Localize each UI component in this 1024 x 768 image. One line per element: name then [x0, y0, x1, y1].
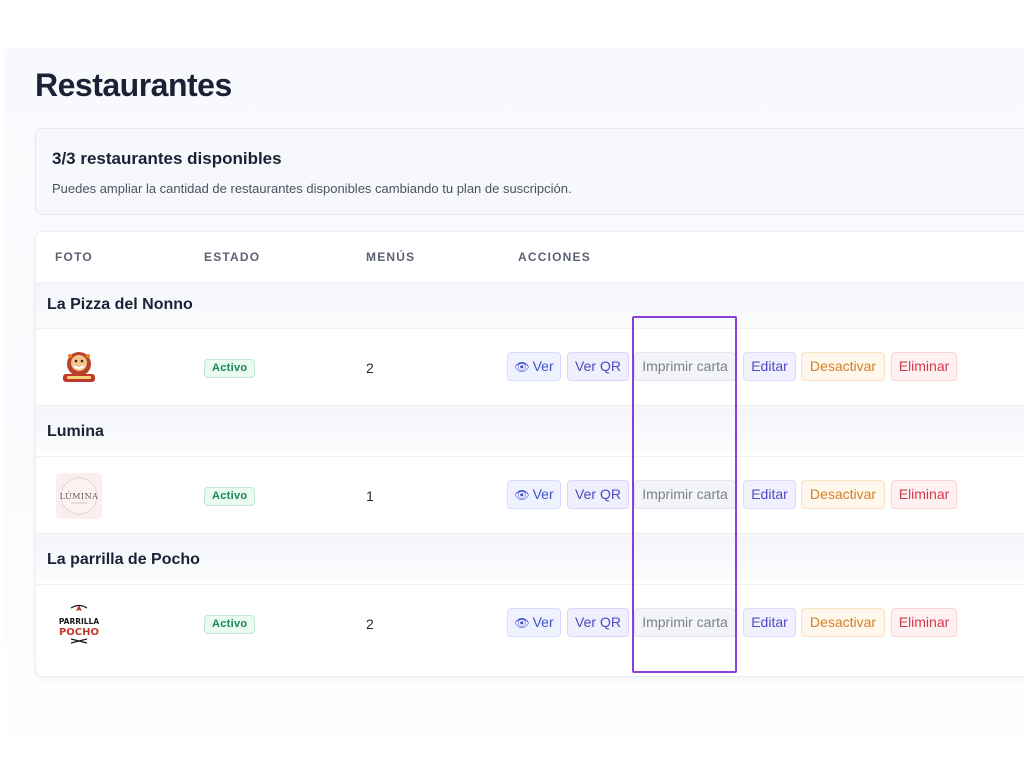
- deactivate-button[interactable]: Desactivar: [801, 352, 885, 381]
- status-badge: Activo: [204, 615, 256, 634]
- view-button[interactable]: 👁 Ver: [507, 608, 561, 637]
- view-button[interactable]: 👁 Ver: [507, 352, 561, 381]
- svg-text:LÚMINA: LÚMINA: [60, 492, 99, 501]
- svg-text:PARRILLA: PARRILLA: [59, 617, 100, 626]
- eye-icon: 👁: [514, 488, 530, 502]
- restaurant-name: La Pizza del Nonno: [47, 296, 193, 313]
- lumina-logo: LÚMINA: [56, 473, 102, 519]
- print-menu-button[interactable]: Imprimir carta: [634, 352, 736, 381]
- svg-text:POCHO: POCHO: [59, 627, 99, 638]
- restaurant-name: Lumina: [47, 423, 104, 440]
- plan-info-card: 3/3 restaurantes disponibles Puedes ampl…: [35, 128, 1024, 215]
- view-qr-button[interactable]: Ver QR: [567, 608, 629, 637]
- view-qr-button[interactable]: Ver QR: [567, 480, 629, 509]
- eye-icon: 👁: [514, 360, 530, 374]
- pizza-logo: [56, 345, 102, 391]
- view-qr-button[interactable]: Ver QR: [567, 352, 629, 381]
- eye-icon: 👁: [514, 616, 530, 630]
- delete-button[interactable]: Eliminar: [891, 352, 957, 381]
- table-row: PARRILLA POCHO Activo 2 👁 Ver Ver QR Impr…: [36, 584, 1024, 661]
- page-title: Restaurantes: [35, 67, 232, 103]
- restaurants-page: Restaurantes 3/3 restaurantes disponible…: [4, 48, 1024, 768]
- menus-count: 1: [366, 488, 374, 504]
- edit-button[interactable]: Editar: [743, 352, 796, 381]
- restaurant-group-row: Lumina: [36, 405, 1024, 451]
- restaurants-table: FOTO ESTADO MENÚS ACCIONES La Pizza del …: [35, 231, 1024, 677]
- menus-count: 2: [366, 616, 374, 632]
- header-status: ESTADO: [204, 250, 261, 264]
- deactivate-button[interactable]: Desactivar: [801, 608, 885, 637]
- header-photo: FOTO: [55, 250, 93, 264]
- delete-button[interactable]: Eliminar: [891, 608, 957, 637]
- restaurant-group-row: La parrilla de Pocho: [36, 533, 1024, 579]
- plan-info-text: Puedes ampliar la cantidad de restaurant…: [52, 181, 572, 196]
- parrilla-logo: PARRILLA POCHO: [56, 601, 102, 647]
- print-menu-button[interactable]: Imprimir carta: [634, 608, 736, 637]
- status-badge: Activo: [204, 487, 256, 506]
- table-header: FOTO ESTADO MENÚS ACCIONES: [36, 232, 1024, 282]
- view-button[interactable]: 👁 Ver: [507, 480, 561, 509]
- plan-info-title: 3/3 restaurantes disponibles: [52, 149, 282, 168]
- restaurant-name: La parrilla de Pocho: [47, 551, 200, 568]
- table-row: Activo 2 👁 Ver Ver QR Imprimir carta Edit…: [36, 328, 1024, 405]
- header-menus: MENÚS: [366, 250, 416, 264]
- print-menu-button[interactable]: Imprimir carta: [634, 480, 736, 509]
- deactivate-button[interactable]: Desactivar: [801, 480, 885, 509]
- table-row: LÚMINA Activo 1 👁 Ver Ver QR Imprimir car…: [36, 456, 1024, 533]
- status-badge: Activo: [204, 359, 256, 378]
- menus-count: 2: [366, 360, 374, 376]
- edit-button[interactable]: Editar: [743, 608, 796, 637]
- header-actions: ACCIONES: [518, 250, 591, 264]
- restaurant-group-row: La Pizza del Nonno: [36, 282, 1024, 328]
- edit-button[interactable]: Editar: [743, 480, 796, 509]
- delete-button[interactable]: Eliminar: [891, 480, 957, 509]
